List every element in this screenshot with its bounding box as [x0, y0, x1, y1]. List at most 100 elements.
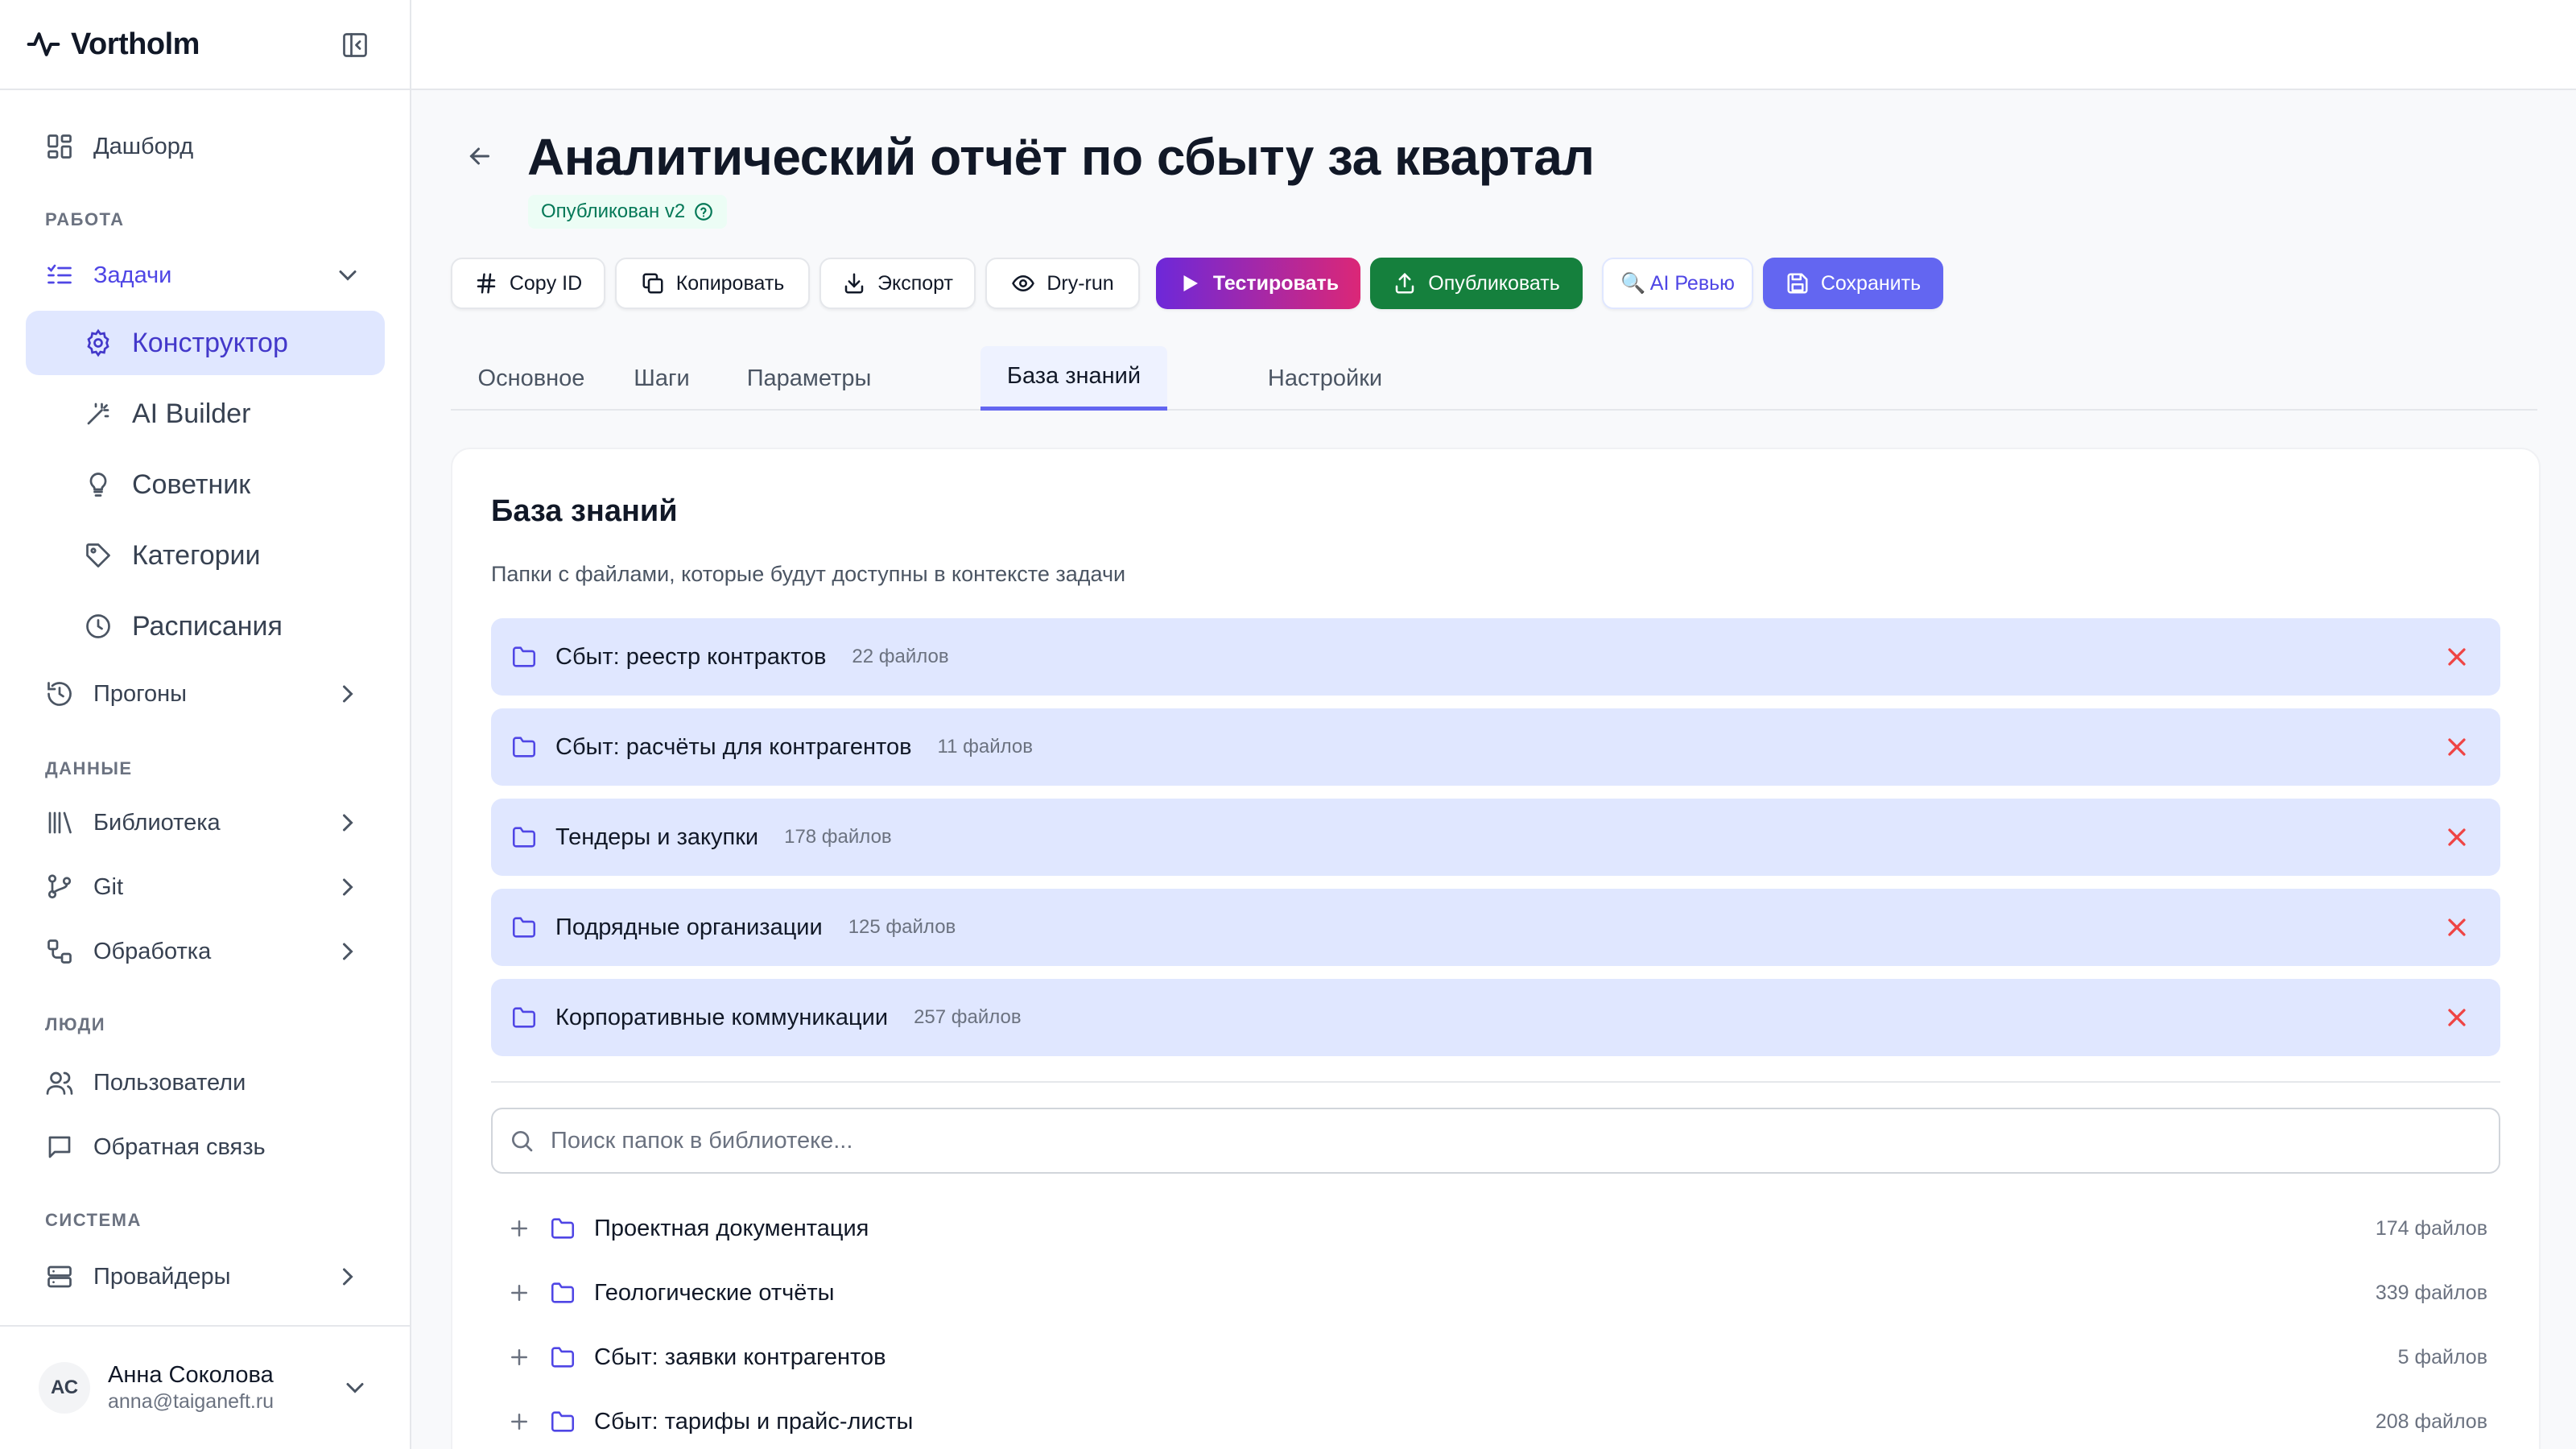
chevron-right-icon [343, 685, 353, 703]
sidebar-item-label: Дашборд [93, 133, 194, 159]
attached-folder: Сбыт: расчёты для контрагентов 11 файлов [491, 708, 2500, 786]
tab-steps[interactable]: Шаги [612, 346, 712, 411]
attached-folder: Корпоративные коммуникации 257 файлов [491, 979, 2500, 1056]
folder-icon [512, 737, 536, 758]
tab-settings[interactable]: Настройки [1208, 346, 1443, 411]
search-input[interactable] [551, 1127, 2402, 1154]
close-icon[interactable] [2442, 1003, 2471, 1032]
close-icon[interactable] [2442, 733, 2471, 762]
card-description: Папки с файлами, которые будут доступны … [491, 562, 1126, 586]
sidebar-item-constructor[interactable]: Конструктор [26, 311, 385, 375]
ai-review-button[interactable]: 🔍 AI Ревью [1602, 258, 1753, 309]
sidebar-item-advisor[interactable]: Советник [26, 452, 385, 517]
avatar: АС [39, 1362, 90, 1414]
back-arrow-icon[interactable] [465, 142, 494, 171]
button-label: Copy ID [509, 271, 583, 295]
tab-general[interactable]: Основное [451, 346, 612, 411]
user-menu[interactable]: АС Анна Соколова anna@taiganeft.ru [0, 1325, 410, 1449]
sidebar-item-dashboard[interactable]: Дашборд [26, 114, 385, 179]
folder-icon [512, 1007, 536, 1028]
user-info: Анна Соколова anna@taiganeft.ru [108, 1362, 274, 1414]
copy-button[interactable]: Копировать [615, 258, 810, 309]
sidebar-item-processing[interactable]: Обработка [26, 919, 385, 984]
folder-icon [551, 1218, 575, 1239]
folder-icon [551, 1411, 575, 1432]
list-check-icon [47, 264, 72, 284]
tab-knowledge-base[interactable]: База знаний [980, 346, 1167, 411]
sidebar-item-label: Конструктор [132, 327, 288, 358]
sidebar-item-label: Обработка [93, 938, 212, 964]
card-title: База знаний [491, 494, 678, 528]
gear-icon [87, 328, 109, 357]
status-text: Опубликован v2 [541, 200, 686, 222]
copy-id-button[interactable]: Copy ID [451, 258, 605, 309]
hash-icon [477, 273, 496, 294]
user-email: anna@taiganeft.ru [108, 1390, 275, 1413]
tab-parameters[interactable]: Параметры [718, 346, 900, 411]
divider [491, 1081, 2500, 1083]
folder-icon [512, 827, 536, 848]
sidebar-item-library[interactable]: Библиотека [26, 791, 385, 855]
section-label-data: ДАННЫЕ [45, 758, 133, 778]
upload-icon [1396, 272, 1414, 294]
folder-name: Проектная документация [594, 1215, 869, 1241]
folder-name: Подрядные организации [555, 914, 823, 940]
sidebar-item-label: Прогоны [93, 680, 188, 707]
button-label: Копировать [675, 271, 785, 295]
plus-icon[interactable] [507, 1216, 531, 1241]
page-title: Аналитический отчёт по сбыту за квартал [527, 128, 1595, 186]
folder-search [491, 1108, 2500, 1174]
sidebar-item-label: Библиотека [93, 809, 221, 836]
sidebar-item-schedules[interactable]: Расписания [26, 594, 385, 658]
folder-count: 11 файлов [937, 736, 1033, 758]
sidebar-item-users[interactable]: Пользователи [26, 1051, 385, 1115]
sidebar-item-runs[interactable]: Прогоны [26, 662, 385, 726]
folder-icon [512, 917, 536, 938]
library-folder-row[interactable]: Геологические отчёты 339 файлов [491, 1261, 2500, 1325]
sidebar-item-tasks[interactable]: Задачи [26, 243, 385, 308]
help-circle-icon[interactable] [693, 201, 714, 222]
library-folder-row[interactable]: Сбыт: тарифы и прайс-листы 208 файлов [491, 1389, 2500, 1449]
folder-name: Сбыт: реестр контрактов [555, 643, 827, 670]
close-icon[interactable] [2442, 823, 2471, 852]
button-label: Dry-run [1046, 271, 1114, 295]
chevron-right-icon [343, 878, 353, 896]
lightbulb-icon [89, 473, 107, 497]
section-label-system: СИСТЕМА [45, 1210, 142, 1230]
sidebar-item-categories[interactable]: Категории [26, 523, 385, 588]
download-icon [844, 273, 864, 294]
sidebar-item-feedback[interactable]: Обратная связь [26, 1115, 385, 1179]
status-badge: Опубликован v2 [528, 195, 728, 229]
export-button[interactable]: Экспорт [819, 258, 976, 309]
users-icon [46, 1071, 73, 1095]
folder-count: 257 файлов [914, 1006, 1022, 1028]
close-icon[interactable] [2442, 913, 2471, 942]
dry-run-button[interactable]: Dry-run [985, 258, 1140, 309]
plus-icon[interactable] [507, 1410, 531, 1434]
attached-folder: Сбыт: реестр контрактов 22 файлов [491, 618, 2500, 696]
chevron-right-icon [343, 814, 353, 832]
publish-button[interactable]: Опубликовать [1370, 258, 1583, 309]
workflow-icon [47, 939, 72, 964]
chevron-down-icon [339, 270, 357, 281]
folder-name: Сбыт: тарифы и прайс-листы [594, 1408, 914, 1435]
sidebar-item-providers[interactable]: Провайдеры [26, 1245, 385, 1309]
library-folder-row[interactable]: Проектная документация 174 файлов [491, 1196, 2500, 1261]
plus-icon[interactable] [507, 1281, 531, 1305]
save-button[interactable]: Сохранить [1763, 258, 1943, 309]
sidebar-collapse-icon[interactable] [341, 31, 369, 60]
sidebar-item-label: Обратная связь [93, 1133, 266, 1160]
library-folder-row[interactable]: Сбыт: заявки контрагентов 5 файлов [491, 1325, 2500, 1389]
button-label: Опубликовать [1428, 271, 1560, 295]
sidebar-item-git[interactable]: Git [26, 855, 385, 919]
close-icon[interactable] [2442, 642, 2471, 671]
test-button[interactable]: Тестировать [1156, 258, 1360, 309]
chevron-down-icon [346, 1383, 364, 1393]
git-branch-icon [47, 874, 72, 899]
folder-icon [551, 1347, 575, 1368]
sidebar-item-ai-builder[interactable]: AI Builder [26, 382, 385, 446]
folder-count: 178 файлов [784, 826, 892, 848]
plus-icon[interactable] [507, 1345, 531, 1369]
folder-count: 125 файлов [848, 916, 956, 938]
folder-name: Сбыт: заявки контрагентов [594, 1344, 886, 1370]
